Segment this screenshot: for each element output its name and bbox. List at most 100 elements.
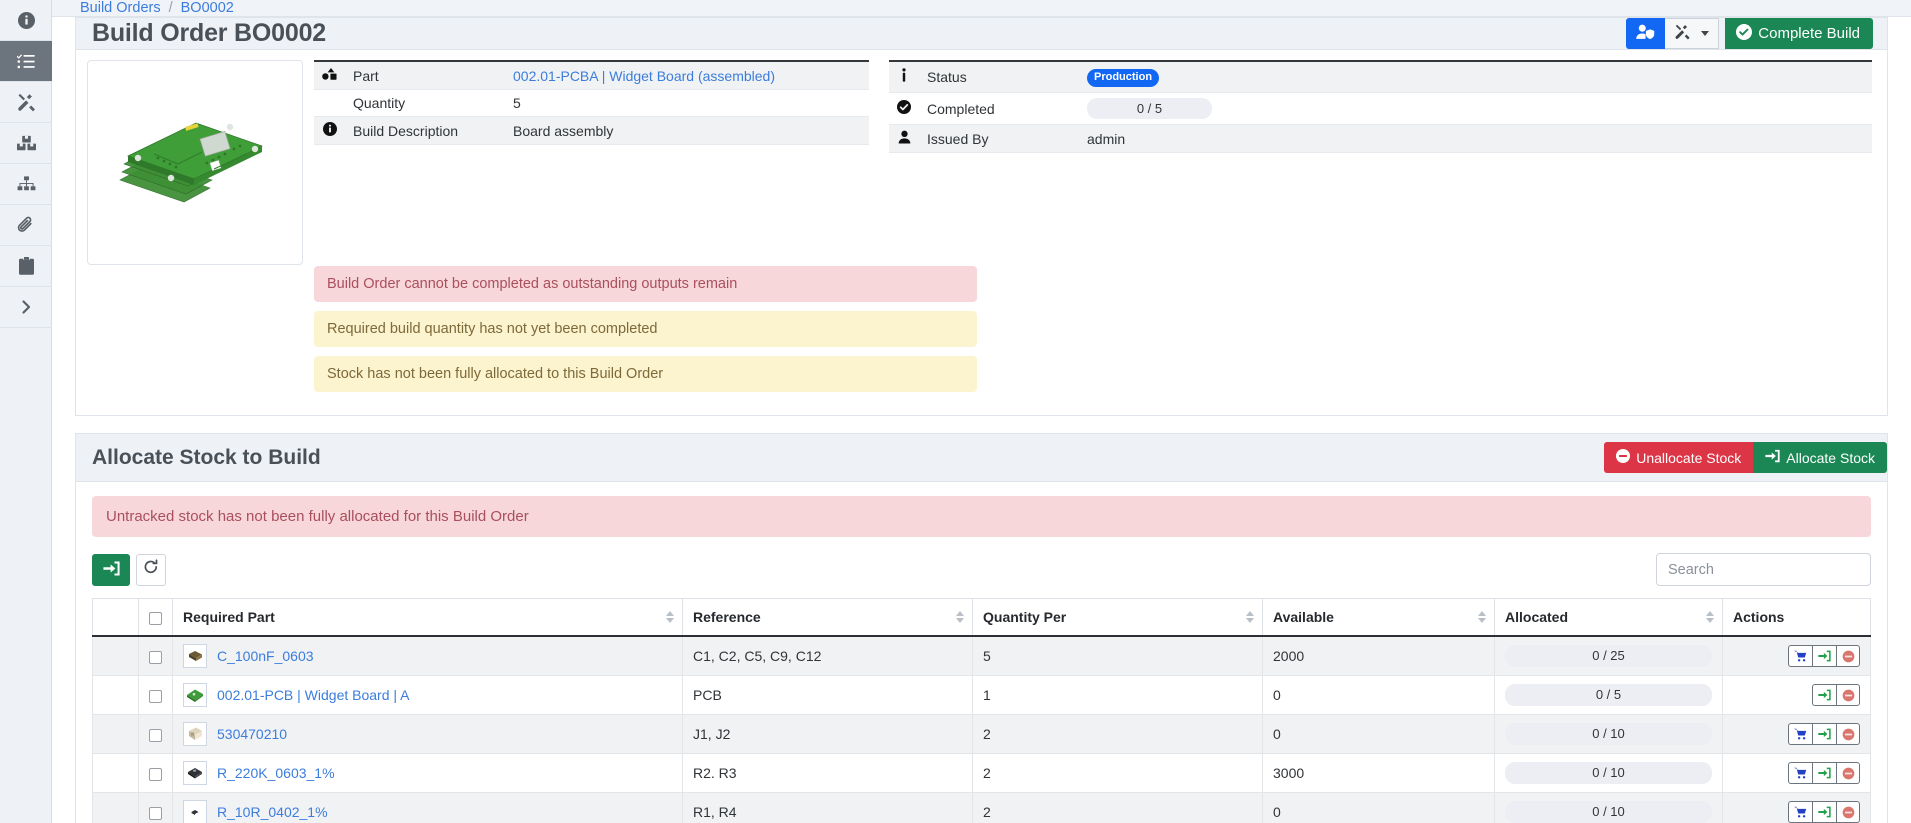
untracked-stock-alert: Untracked stock has not been fully alloc… [92, 496, 1871, 537]
table-row: R_10R_0402_1% R1, R4 2 0 0 / 10 [93, 793, 1871, 823]
column-header-available[interactable]: Available [1263, 599, 1495, 637]
part-link[interactable]: 530470210 [217, 726, 287, 742]
remove-allocation-button[interactable] [1836, 762, 1860, 784]
sidebar-item-info[interactable] [0, 0, 52, 41]
row-checkbox[interactable] [149, 651, 162, 664]
sort-icon-allocated[interactable] [1706, 611, 1714, 623]
allocate-stock-button[interactable]: Allocate Stock [1753, 442, 1887, 473]
toolbar-refresh-button[interactable] [136, 554, 166, 586]
sidebar-item-attachments[interactable] [0, 205, 52, 246]
detail-value-completed: 0 / 5 [1079, 92, 1872, 125]
row-checkbox-cell [139, 636, 173, 676]
part-link[interactable]: R_220K_0603_1% [217, 765, 335, 781]
cell-available: 3000 [1263, 754, 1495, 793]
allocate-row-button[interactable] [1812, 645, 1836, 667]
sidebar-item-build-output[interactable] [0, 82, 52, 123]
cell-allocated: 0 / 5 [1495, 676, 1723, 715]
sidebar-item-build-order[interactable] [0, 41, 52, 82]
allocate-row-button[interactable] [1812, 723, 1836, 745]
remove-allocation-button[interactable] [1836, 801, 1860, 823]
cell-actions [1723, 676, 1871, 715]
order-parts-button[interactable] [1788, 645, 1812, 667]
column-header-quantity-per[interactable]: Quantity Per [973, 599, 1263, 637]
order-parts-button[interactable] [1788, 762, 1812, 784]
complete-build-button[interactable]: Complete Build [1725, 18, 1873, 49]
status-badge: Production [1087, 69, 1159, 87]
capacitor-thumb-icon [183, 644, 207, 668]
cell-quantity-per: 5 [973, 636, 1263, 676]
column-header-actions: Actions [1723, 599, 1871, 637]
cell-available: 2000 [1263, 636, 1495, 676]
part-link[interactable]: 002.01-PCBA | Widget Board (assembled) [513, 68, 775, 84]
cell-required-part: C_100nF_0603 [173, 636, 683, 676]
sidebar-item-allocate[interactable] [0, 123, 52, 164]
allocate-row-button[interactable] [1812, 801, 1836, 823]
header-actions: Complete Build [1626, 18, 1873, 49]
assign-user-button[interactable] [1626, 18, 1665, 49]
resistor-thumb-icon [183, 761, 207, 785]
part-image-card[interactable] [87, 60, 303, 265]
info-icon [314, 117, 345, 145]
main-content: Build Orders / BO0002 Build Order BO0002 [52, 0, 1911, 823]
part-link[interactable]: C_100nF_0603 [217, 648, 314, 664]
sort-icon-quantity-per[interactable] [1246, 611, 1254, 623]
sort-icon-available[interactable] [1478, 611, 1486, 623]
column-header-select [93, 599, 139, 637]
table-row: R_220K_0603_1% R2. R3 2 3000 0 / 10 [93, 754, 1871, 793]
allocate-panel-header: Allocate Stock to Build Unallocate Stock [76, 434, 1887, 482]
select-all-checkbox[interactable] [149, 612, 162, 625]
allocate-row-button[interactable] [1812, 684, 1836, 706]
row-checkbox-cell [139, 715, 173, 754]
detail-value-issued-by: admin [1079, 125, 1872, 153]
remove-allocation-button[interactable] [1836, 723, 1860, 745]
column-label-quantity-per: Quantity Per [983, 609, 1066, 625]
detail-row-description: Build Description Board assembly [314, 117, 869, 145]
allocated-progress: 0 / 10 [1505, 801, 1712, 823]
complete-build-label: Complete Build [1758, 25, 1860, 42]
column-header-required-part[interactable]: Required Part [173, 599, 683, 637]
sitemap-icon [17, 176, 36, 193]
quantity-icon-placeholder [314, 90, 345, 117]
allocated-progress: 0 / 10 [1505, 723, 1712, 746]
cell-required-part: R_220K_0603_1% [173, 754, 683, 793]
paperclip-icon [17, 216, 35, 234]
chevron-right-icon [18, 299, 34, 315]
cell-actions [1723, 636, 1871, 676]
part-link[interactable]: 002.01-PCB | Widget Board | A [217, 687, 410, 703]
allocated-progress: 0 / 5 [1505, 684, 1712, 707]
row-checkbox[interactable] [149, 729, 162, 742]
sidebar-item-expand[interactable] [0, 287, 52, 328]
column-header-allocated[interactable]: Allocated [1495, 599, 1723, 637]
breadcrumb-current-link[interactable]: BO0002 [181, 0, 234, 16]
tasks-list-icon [17, 53, 35, 70]
toolbar-allocate-button[interactable] [92, 554, 130, 586]
search-input[interactable] [1656, 553, 1871, 586]
column-header-reference[interactable]: Reference [683, 599, 973, 637]
chevron-down-icon [1701, 31, 1709, 36]
part-link[interactable]: R_10R_0402_1% [217, 804, 328, 820]
unallocate-stock-button[interactable]: Unallocate Stock [1604, 442, 1753, 473]
allocate-row-button[interactable] [1812, 762, 1836, 784]
sidebar-item-child-builds[interactable] [0, 164, 52, 205]
minus-circle-icon [1616, 449, 1630, 466]
row-checkbox-cell [139, 793, 173, 823]
build-actions-dropdown[interactable] [1665, 18, 1719, 49]
sign-in-icon [1765, 449, 1780, 466]
page-title: Build Order BO0002 [92, 19, 326, 48]
row-checkbox[interactable] [149, 690, 162, 703]
remove-allocation-button[interactable] [1836, 684, 1860, 706]
remove-allocation-button[interactable] [1836, 645, 1860, 667]
breadcrumb-parent-link[interactable]: Build Orders [80, 0, 161, 16]
cell-actions [1723, 715, 1871, 754]
user-icon [889, 125, 919, 153]
sort-icon-required-part[interactable] [666, 611, 674, 623]
cell-quantity-per: 2 [973, 793, 1263, 823]
row-checkbox[interactable] [149, 807, 162, 820]
refresh-icon [143, 559, 159, 580]
order-parts-button[interactable] [1788, 801, 1812, 823]
row-checkbox[interactable] [149, 768, 162, 781]
alert-outstanding-outputs: Build Order cannot be completed as outst… [314, 266, 977, 302]
order-parts-button[interactable] [1788, 723, 1812, 745]
sort-icon-reference[interactable] [956, 611, 964, 623]
sidebar-item-notes[interactable] [0, 246, 52, 287]
